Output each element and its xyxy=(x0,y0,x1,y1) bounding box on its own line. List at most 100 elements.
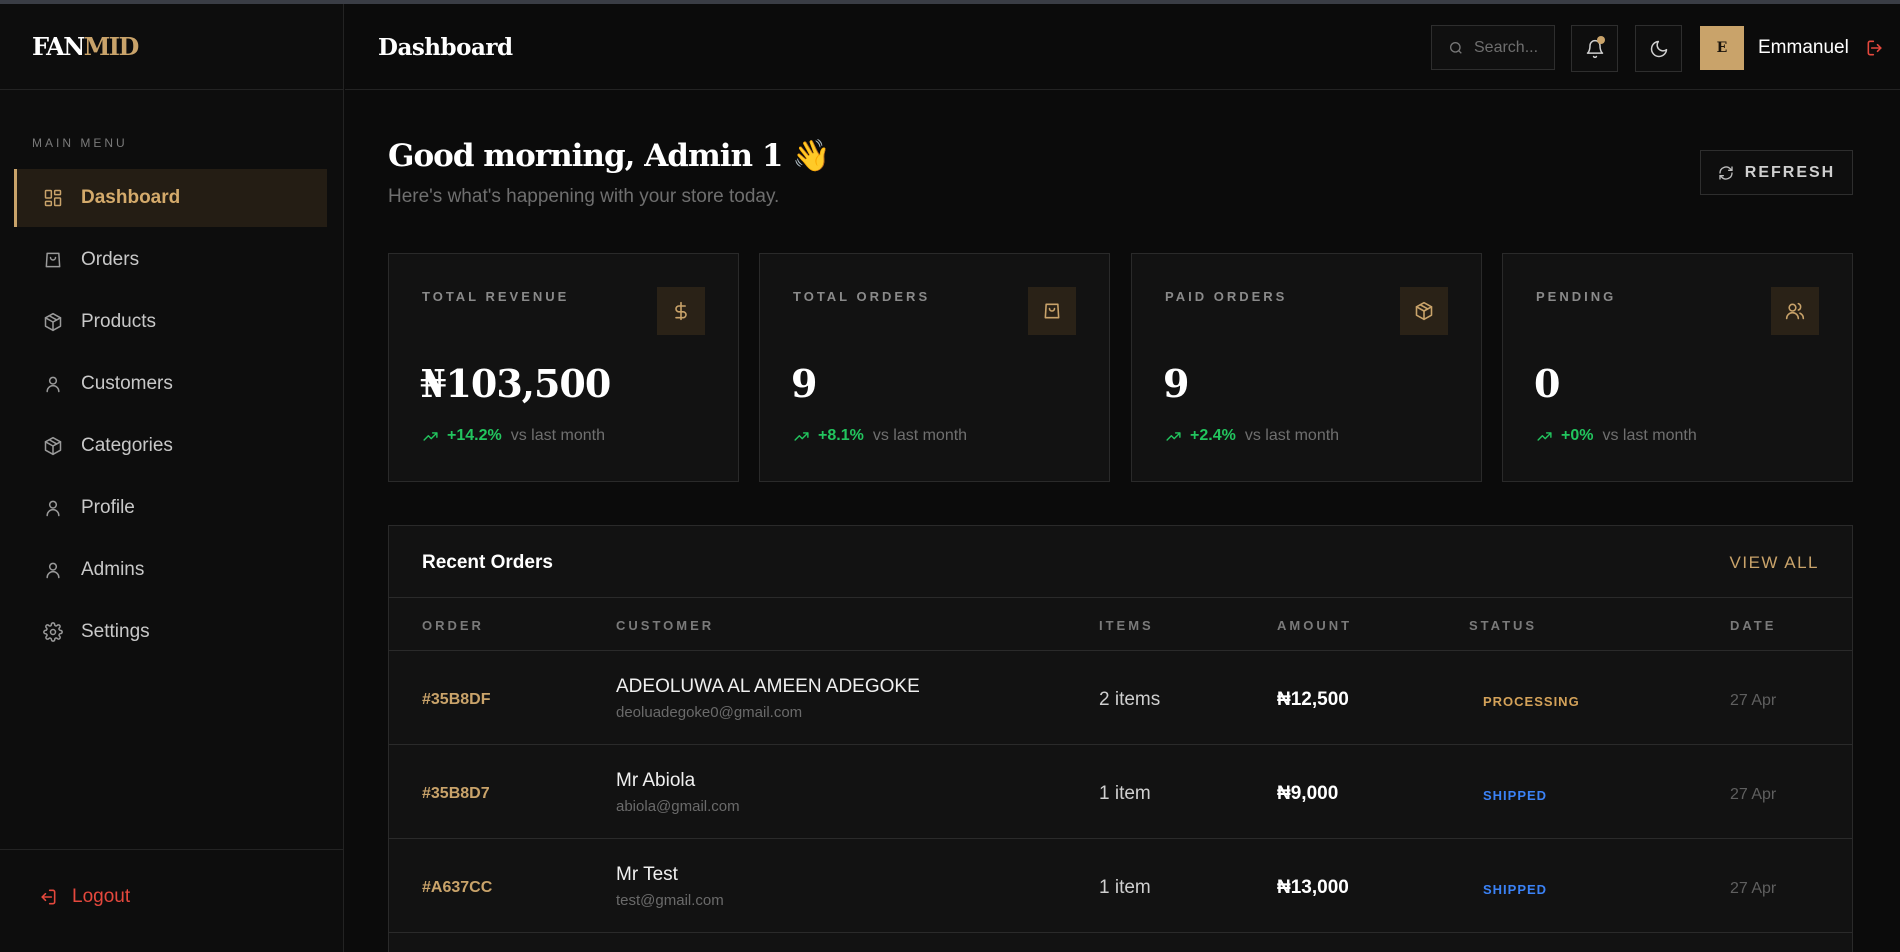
trending-up-icon xyxy=(1537,431,1552,441)
customer-email: deoluadegoke0@gmail.com xyxy=(616,704,803,721)
table-row[interactable]: #35B8DF ADEOLUWA AL AMEEN ADEGOKE deolua… xyxy=(389,651,1852,745)
column-header-items[interactable]: ITEMS xyxy=(1099,618,1154,633)
stat-change: +14.2% xyxy=(447,427,502,444)
refresh-button[interactable]: REFRESH xyxy=(1700,150,1853,195)
view-all-link[interactable]: VIEW ALL xyxy=(1730,553,1819,573)
order-date: 27 Apr xyxy=(1730,786,1777,803)
box-icon xyxy=(1400,287,1448,335)
order-amount: ₦13,000 xyxy=(1277,877,1349,898)
order-amount: ₦9,000 xyxy=(1277,783,1339,804)
trending-up-icon xyxy=(423,431,438,441)
logout-icon xyxy=(41,889,56,905)
stat-change-note: vs last month xyxy=(1244,427,1340,444)
page-title: Dashboard xyxy=(378,34,513,61)
stat-label: PAID ORDERS xyxy=(1165,289,1288,304)
sidebar-item-label: Profile xyxy=(81,497,135,518)
greeting-heading: Good morning, Admin 1 👋 xyxy=(388,138,831,174)
refresh-icon xyxy=(1719,165,1733,180)
sidebar-item-orders[interactable]: Orders xyxy=(14,231,327,289)
logo-text-mid: MID xyxy=(83,32,140,61)
sidebar: FANMID MAIN MENU Dashboard Orders Produc… xyxy=(0,4,344,952)
sidebar-footer: Logout xyxy=(0,849,344,952)
theme-toggle-button[interactable] xyxy=(1635,25,1682,72)
dashboard-icon xyxy=(42,187,64,209)
sidebar-item-label: Products xyxy=(81,311,156,332)
stat-label: PENDING xyxy=(1536,289,1617,304)
sidebar-item-admins[interactable]: Admins xyxy=(14,541,327,599)
customer-name: ADEOLUWA AL AMEEN ADEGOKE xyxy=(616,676,920,697)
stat-trend: +2.4% vs last month xyxy=(1165,427,1339,445)
column-header-order[interactable]: ORDER xyxy=(422,618,484,633)
notification-dot xyxy=(1597,36,1605,44)
table-row[interactable]: #35B8D7 Mr Abiola abiola@gmail.com 1 ite… xyxy=(389,745,1852,839)
order-id-link[interactable]: #35B8D7 xyxy=(422,785,490,803)
sidebar-item-label: Dashboard xyxy=(81,187,181,208)
search-box[interactable] xyxy=(1431,25,1555,70)
user-icon xyxy=(42,373,64,395)
stat-trend: +14.2% vs last month xyxy=(422,427,605,445)
search-icon xyxy=(1450,41,1462,54)
brand-logo[interactable]: FANMID xyxy=(32,32,140,61)
table-header: ORDER CUSTOMER ITEMS AMOUNT STATUS DATE xyxy=(389,597,1852,651)
table-row[interactable]: #A637CC Mr Test test@gmail.com 1 item ₦1… xyxy=(389,839,1852,933)
username: Emmanuel xyxy=(1758,37,1849,58)
status-badge: SHIPPED xyxy=(1483,788,1548,803)
refresh-label: REFRESH xyxy=(1744,163,1836,181)
customer-name: Mr Abiola xyxy=(616,770,696,791)
trending-up-icon xyxy=(794,431,809,441)
stat-change: +8.1% xyxy=(818,427,864,444)
stat-value: 9 xyxy=(791,361,817,406)
order-id-link[interactable]: #35B8DF xyxy=(422,691,490,709)
status-badge: PROCESSING xyxy=(1483,694,1580,709)
moon-icon xyxy=(1650,40,1667,57)
box-icon xyxy=(42,435,64,457)
stat-change-note: vs last month xyxy=(872,427,968,444)
item-count: 1 item xyxy=(1099,783,1151,804)
sidebar-nav: Dashboard Orders Products Customers Cate… xyxy=(14,169,327,665)
recent-orders-title: Recent Orders xyxy=(422,552,553,573)
top-header: Dashboard E Emmanuel xyxy=(345,4,1900,90)
sidebar-item-customers[interactable]: Customers xyxy=(14,355,327,413)
trending-up-icon xyxy=(1166,431,1181,441)
user-icon xyxy=(42,559,64,581)
logout-icon xyxy=(1867,40,1882,56)
sidebar-item-label: Customers xyxy=(81,373,173,394)
stat-card-paid-orders: PAID ORDERS 9 +2.4% vs last month xyxy=(1131,253,1482,482)
stat-label: TOTAL REVENUE xyxy=(422,289,570,304)
box-icon xyxy=(42,311,64,333)
sidebar-item-products[interactable]: Products xyxy=(14,293,327,351)
sidebar-item-dashboard[interactable]: Dashboard xyxy=(14,169,327,227)
order-amount: ₦12,500 xyxy=(1277,689,1349,710)
shopping-bag-icon xyxy=(1028,287,1076,335)
column-header-status[interactable]: STATUS xyxy=(1469,618,1537,633)
dollar-icon xyxy=(657,287,705,335)
column-header-amount[interactable]: AMOUNT xyxy=(1277,618,1352,633)
logo-text-fan: FAN xyxy=(32,32,85,61)
search-input[interactable] xyxy=(1474,38,1554,57)
sidebar-item-categories[interactable]: Categories xyxy=(14,417,327,475)
sidebar-item-settings[interactable]: Settings xyxy=(14,603,327,661)
sidebar-item-label: Settings xyxy=(81,621,150,642)
stat-change-note: vs last month xyxy=(510,427,605,444)
recent-orders-panel: Recent Orders VIEW ALL ORDER CUSTOMER IT… xyxy=(388,525,1853,952)
sidebar-item-label: Admins xyxy=(81,559,145,580)
sidebar-item-profile[interactable]: Profile xyxy=(14,479,327,537)
column-header-date[interactable]: DATE xyxy=(1730,618,1776,633)
column-header-customer[interactable]: CUSTOMER xyxy=(616,618,714,633)
notifications-button[interactable] xyxy=(1571,25,1618,72)
customer-email: test@gmail.com xyxy=(616,892,724,909)
customer-email: abiola@gmail.com xyxy=(616,798,740,815)
status-badge: SHIPPED xyxy=(1483,882,1548,897)
logout-label: Logout xyxy=(72,886,131,907)
user-icon xyxy=(42,497,64,519)
avatar[interactable]: E xyxy=(1700,26,1744,70)
logout-button[interactable]: Logout xyxy=(38,886,130,908)
stat-value: 9 xyxy=(1163,361,1189,406)
shopping-bag-icon xyxy=(42,249,64,271)
order-id-link[interactable]: #A637CC xyxy=(422,879,492,897)
order-date: 27 Apr xyxy=(1730,880,1777,897)
stat-value: 0 xyxy=(1534,361,1560,406)
stat-trend: +0% vs last month xyxy=(1536,427,1697,445)
header-logout-button[interactable] xyxy=(1865,38,1887,60)
greeting-subtitle: Here's what's happening with your store … xyxy=(388,186,780,207)
